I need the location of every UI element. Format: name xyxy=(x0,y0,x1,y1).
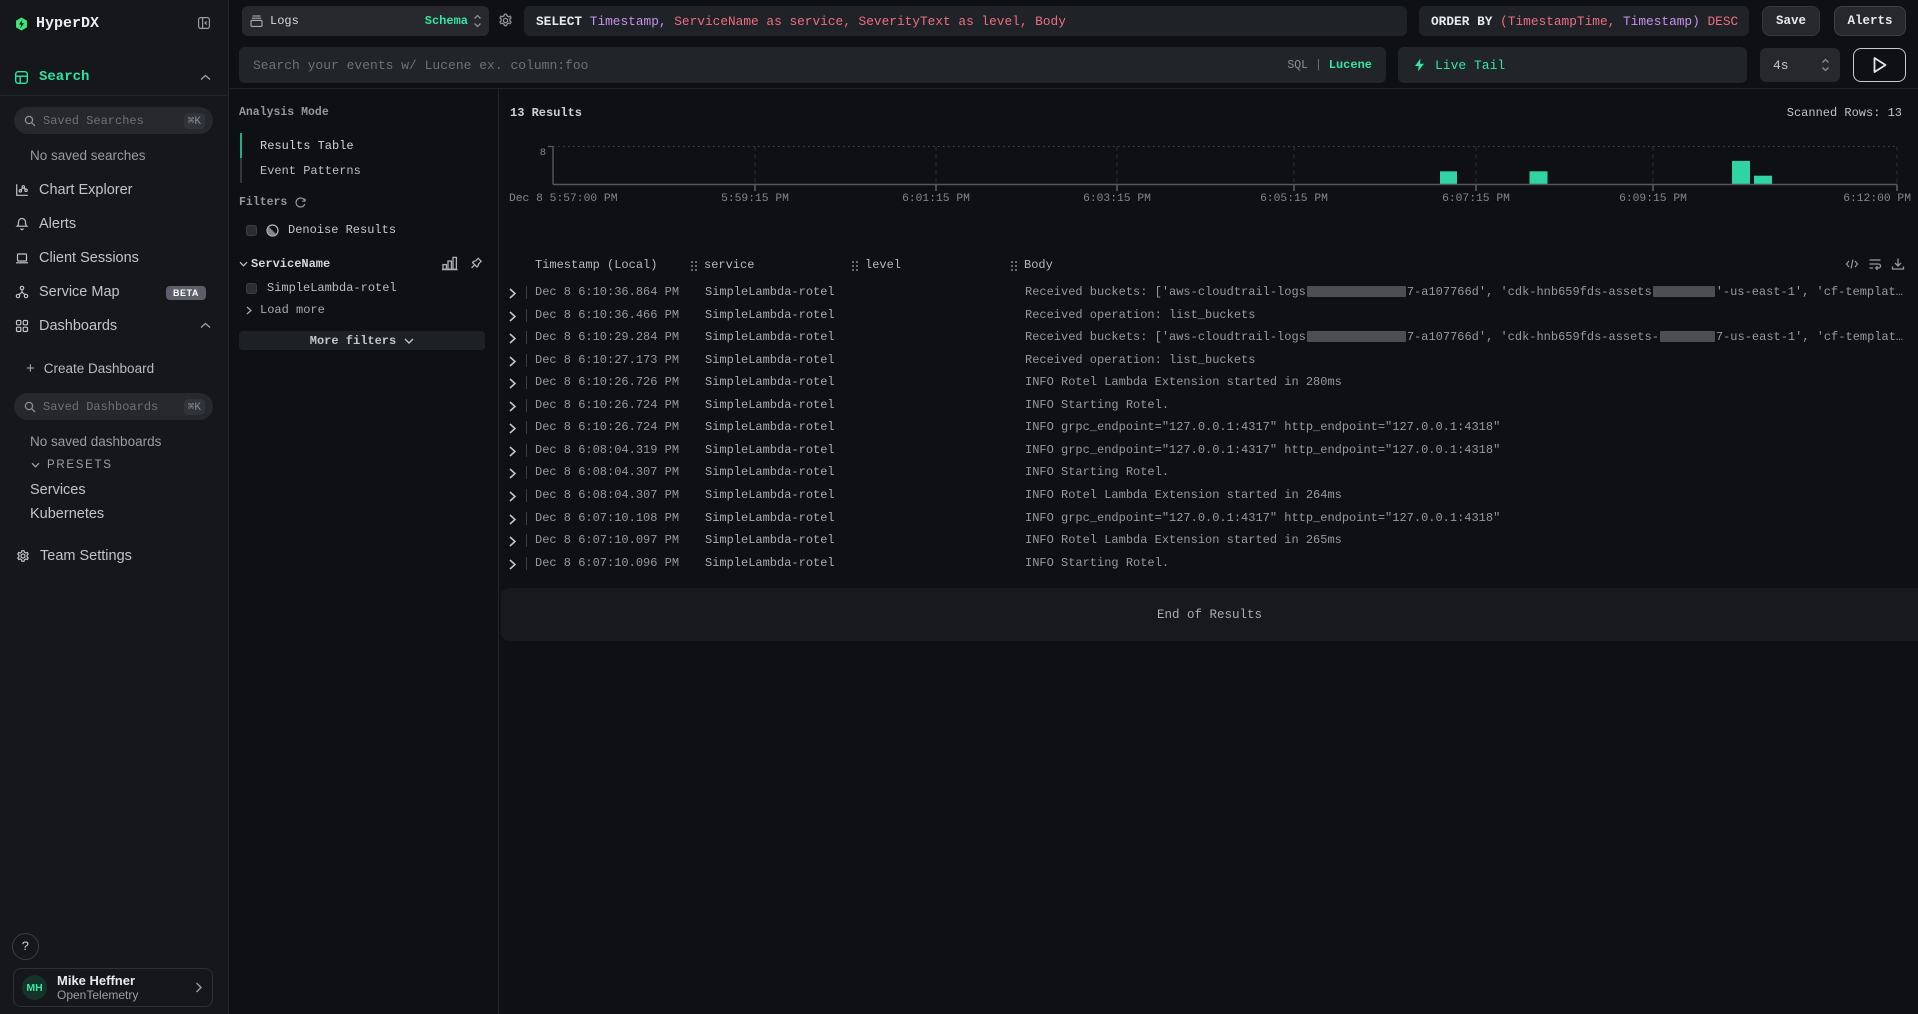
svg-text:Dec 8 5:57:00 PM: Dec 8 5:57:00 PM xyxy=(509,193,618,205)
svg-text:8: 8 xyxy=(540,147,546,159)
svg-text:6:03:15 PM: 6:03:15 PM xyxy=(1083,193,1151,205)
svg-text:6:09:15 PM: 6:09:15 PM xyxy=(1619,193,1687,205)
svg-text:6:05:15 PM: 6:05:15 PM xyxy=(1260,193,1328,205)
svg-text:6:12:00 PM: 6:12:00 PM xyxy=(1843,193,1911,205)
svg-text:6:07:15 PM: 6:07:15 PM xyxy=(1442,193,1510,205)
svg-text:6:01:15 PM: 6:01:15 PM xyxy=(902,193,970,205)
svg-text:5:59:15 PM: 5:59:15 PM xyxy=(721,193,789,205)
